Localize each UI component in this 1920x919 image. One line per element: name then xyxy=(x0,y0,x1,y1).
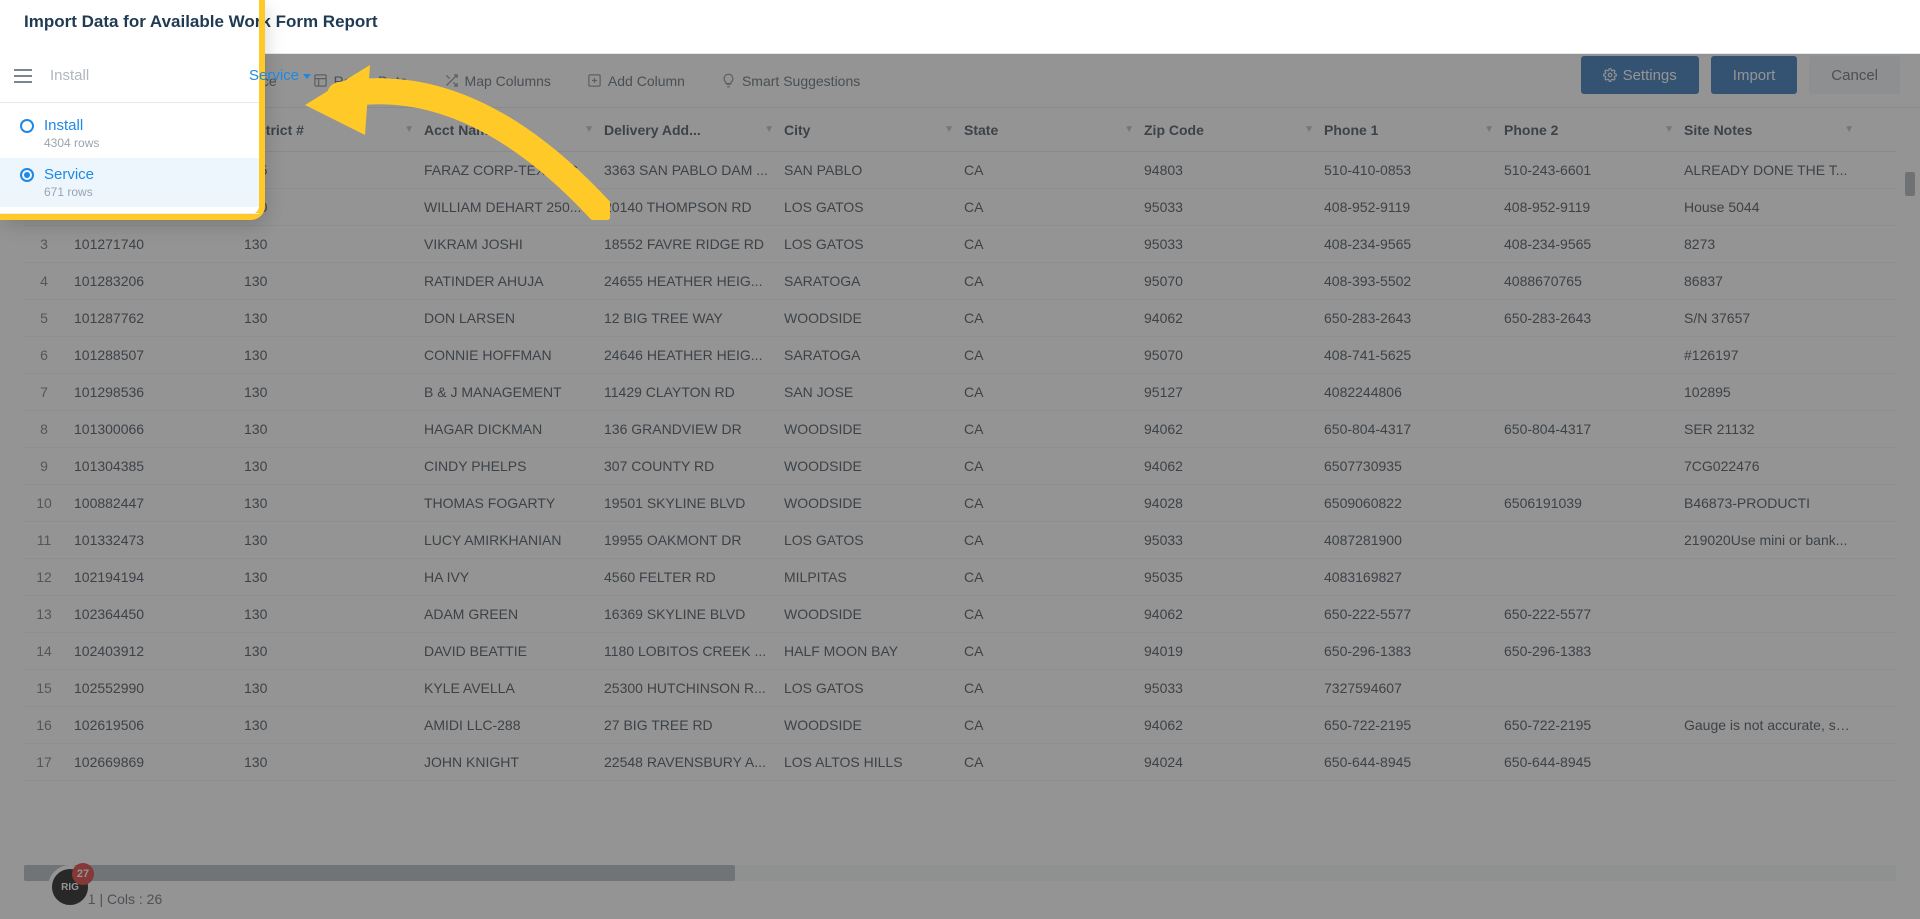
sheet-picker-popover: Import Data for Available Work Fo Servic… xyxy=(0,0,263,218)
sheet-rowcount: 4304 rows xyxy=(44,136,99,150)
hamburger-icon[interactable] xyxy=(14,62,32,90)
chevron-down-icon xyxy=(303,74,311,79)
sheet-name: Install xyxy=(44,117,99,134)
sheet-list: Install 4304 rows Service 671 rows xyxy=(0,103,259,214)
modal-title: Import Data for Available Work Form Repo… xyxy=(0,0,1920,54)
radio-icon xyxy=(20,119,34,133)
sheet-option[interactable]: Install 4304 rows xyxy=(0,109,259,158)
active-sheet-dropdown[interactable]: Service xyxy=(249,67,311,84)
sheet-name: Service xyxy=(44,166,94,183)
popover-title: Import Data for Available Work Fo xyxy=(0,0,259,49)
active-sheet-label: Service xyxy=(249,67,299,84)
modal-backdrop xyxy=(0,0,1920,919)
sheet-option[interactable]: Service 671 rows xyxy=(0,158,259,207)
sheet-tab-input[interactable] xyxy=(50,67,249,84)
sheet-rowcount: 671 rows xyxy=(44,185,94,199)
radio-icon xyxy=(20,168,34,182)
